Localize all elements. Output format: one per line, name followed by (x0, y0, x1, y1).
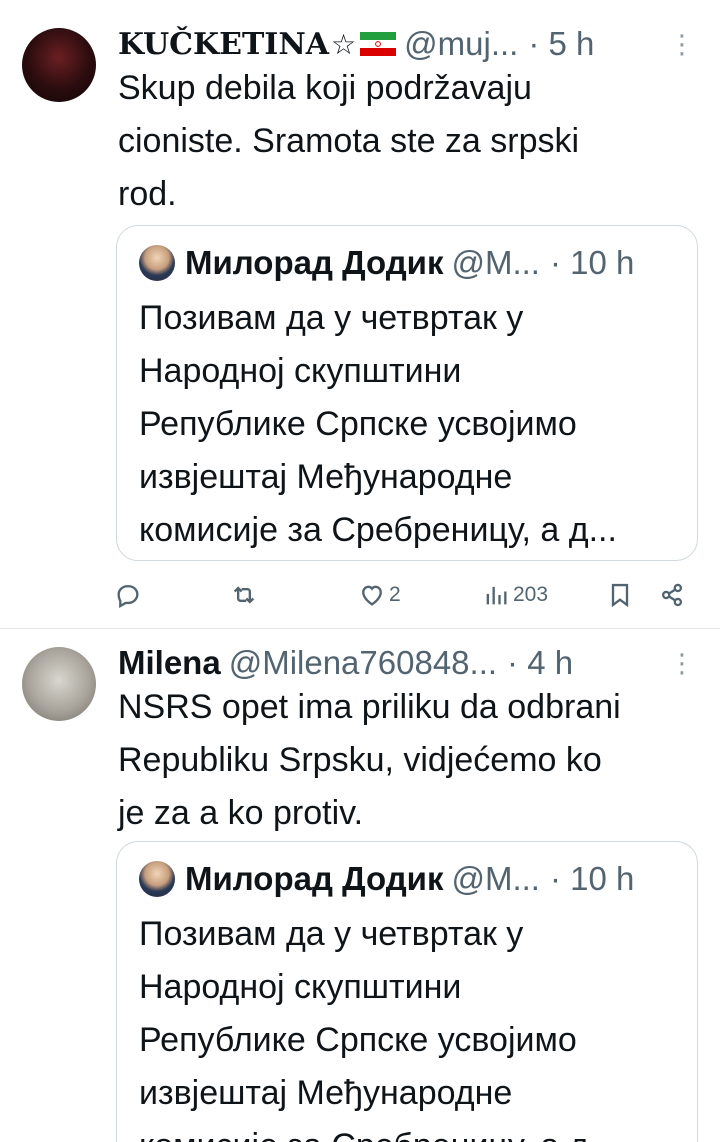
share-button[interactable] (658, 575, 686, 615)
quoted-tweet-time: · 10 h (549, 244, 635, 281)
quoted-tweet-header: Милорад Додик @M... · 10 h (139, 856, 677, 902)
reply-button[interactable] (114, 575, 145, 615)
quoted-avatar (139, 861, 175, 897)
quoted-tweet-text: Позивам да у четвртак у Народној скупшти… (139, 299, 617, 549)
quoted-avatar (139, 245, 175, 281)
quoted-tweet-header: Милорад Додик @M... · 10 h (139, 240, 677, 286)
quoted-author-handle: @M... (451, 244, 540, 281)
reply-icon (117, 585, 139, 608)
iran-flag-icon (360, 32, 397, 56)
repost-button[interactable] (230, 575, 261, 615)
more-options-icon[interactable]: ⋮ (669, 639, 695, 687)
quoted-author-handle: @M... (451, 860, 540, 897)
like-button[interactable]: 2 (358, 575, 401, 615)
more-options-icon[interactable]: ⋮ (669, 20, 695, 68)
tweet-time[interactable]: · 5 h (528, 25, 594, 63)
share-icon (661, 583, 683, 607)
author-name[interactable]: KUČKETINA (118, 27, 329, 62)
tweet-text: NSRS opet ima priliku da odbrani Republi… (118, 688, 621, 832)
author-handle[interactable]: @muj... (404, 25, 518, 63)
views-button[interactable]: 203 (482, 575, 548, 615)
tweet-text: Skup debila koji podržavaju cioniste. Sr… (118, 69, 580, 213)
tweet-time[interactable]: · 4 h (507, 644, 573, 682)
quoted-tweet[interactable]: Милорад Додик @M... · 10 h Позивам да у … (116, 841, 698, 1142)
tweet-header: Milena @Milena760848... · 4 h ⋮ (118, 639, 695, 687)
quoted-tweet[interactable]: Милорад Додик @M... · 10 h Позивам да у … (116, 225, 698, 561)
tweet-actions: 2 203 (112, 575, 692, 615)
quoted-tweet-time: · 10 h (549, 860, 635, 897)
bookmark-button[interactable] (606, 575, 634, 615)
like-count: 2 (389, 583, 401, 606)
quoted-tweet-text: Позивам да у четвртак у Народној скупшти… (139, 915, 617, 1142)
avatar[interactable] (22, 647, 96, 721)
author-name[interactable]: Milena (118, 644, 221, 682)
tweet-header: KUČKETINA ☆ @muj... · 5 h ⋮ (118, 20, 695, 68)
quoted-author-name: Милорад Додик (185, 860, 444, 897)
quoted-author-name: Милорад Додик (185, 244, 444, 281)
heart-icon (362, 585, 382, 606)
star-symbol: ☆ (331, 28, 357, 60)
views-count: 203 (513, 583, 549, 606)
avatar[interactable] (22, 28, 96, 102)
author-handle[interactable]: @Milena760848... (229, 644, 497, 682)
bookmark-icon (611, 583, 629, 608)
tweet[interactable]: Milena @Milena760848... · 4 h ⋮ NSRS ope… (0, 629, 720, 1142)
views-icon (486, 586, 507, 605)
repost-icon (233, 586, 255, 604)
tweet[interactable]: KUČKETINA ☆ @muj... · 5 h ⋮ Skup debila … (0, 0, 720, 629)
